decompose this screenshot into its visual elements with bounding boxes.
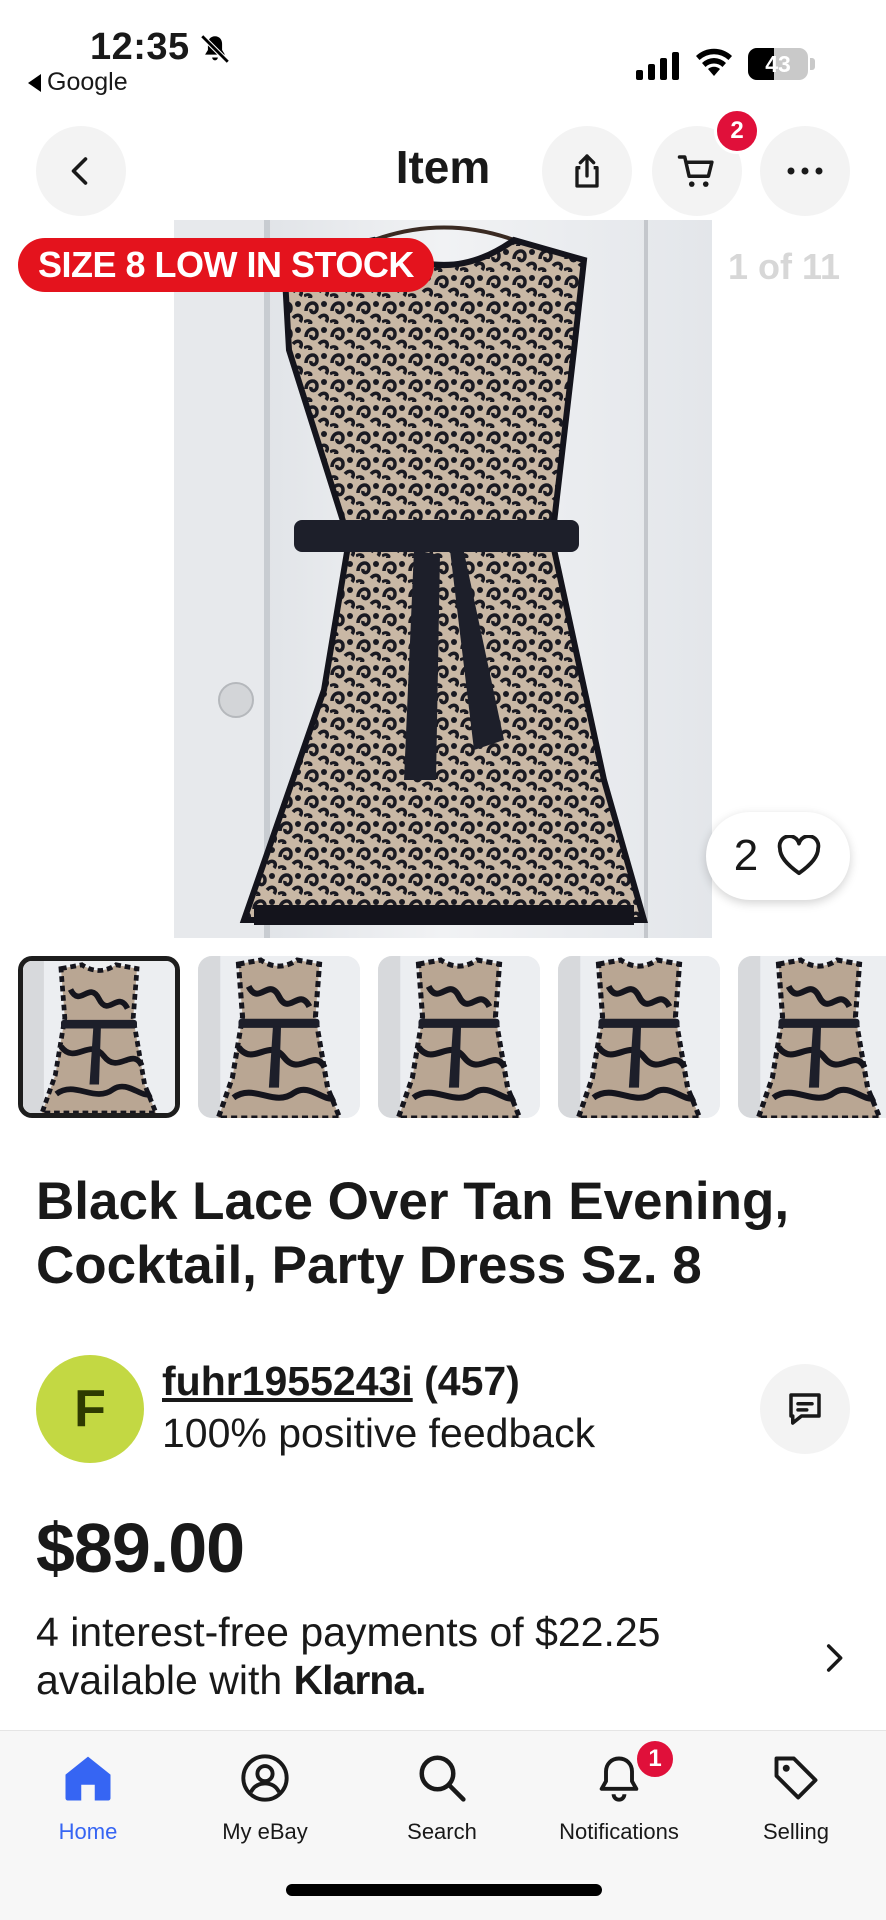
home-icon [65,1756,111,1801]
back-app-label: Google [47,68,128,96]
nav-home[interactable]: Home [8,1749,168,1845]
home-indicator [286,1884,602,1896]
message-seller-button[interactable] [760,1364,850,1454]
nav-my-ebay-label: My eBay [222,1819,308,1844]
wifi-icon [696,48,732,76]
thumbnail-2[interactable] [198,956,360,1118]
message-icon [789,1393,821,1425]
nav-notifications-label: Notifications [559,1819,679,1844]
thumbnail-strip[interactable] [0,952,886,1122]
nav-my-ebay[interactable]: My eBay [185,1749,345,1845]
share-button[interactable] [542,126,632,216]
seller-feedback: 100% positive feedback [162,1410,596,1456]
klarna-logo: Klarna. [293,1657,427,1703]
seller-avatar[interactable]: F [36,1355,144,1463]
installments-row[interactable]: 4 interest-free payments of $22.25 avail… [36,1608,796,1704]
thumbnail-3[interactable] [378,956,540,1118]
status-time: 12:35 [90,26,190,68]
watchers-count: 2 [733,831,759,880]
nav-home-label: Home [58,1819,118,1844]
dress-photo [174,220,712,938]
bell-off-icon [200,34,230,64]
thumbnail-photo [23,961,175,1113]
thumbnail-5[interactable] [738,956,886,1118]
seller-rating-count: (457) [424,1358,520,1404]
image-counter: 1 of 11 [727,246,840,287]
seller-name-link[interactable]: fuhr1955243i [162,1358,413,1404]
thumbnail-1[interactable] [18,956,180,1118]
watch-button[interactable]: 2 [706,812,850,900]
back-button[interactable] [36,126,126,216]
cart-icon [677,155,714,187]
heart-icon [777,835,821,876]
page-title: Item [395,141,491,193]
nav-selling[interactable]: Selling [716,1749,876,1845]
share-icon [575,154,599,188]
battery-percentage: 43 [765,51,791,77]
more-dots-icon [787,167,823,175]
search-icon [419,1755,466,1802]
back-triangle-icon [28,73,41,92]
battery-tip [810,58,815,70]
seller-info: fuhr1955243i (457) [162,1358,520,1405]
battery-icon: 43 [748,48,808,80]
profile-icon [241,1754,289,1802]
cellular-signal-icon [636,50,679,80]
thumbnail-photo [738,956,886,1118]
thumbnail-4[interactable] [558,956,720,1118]
thumbnail-photo [198,956,360,1118]
cart-count-badge: 2 [714,108,760,154]
nav-search[interactable]: Search [362,1749,522,1845]
notifications-badge: 1 [634,1738,676,1780]
tag-icon [774,1756,818,1800]
nav-selling-label: Selling [762,1819,830,1844]
low-stock-badge: SIZE 8 LOW IN STOCK [18,238,434,292]
chevron-right-icon[interactable] [818,1638,850,1678]
back-to-app-link[interactable]: Google [28,68,128,97]
chevron-left-icon [71,157,88,185]
more-options-button[interactable] [760,126,850,216]
status-bar: 12:35 Google 43 [0,0,886,110]
item-price: $89.00 [36,1509,245,1587]
thumbnail-photo [558,956,720,1118]
item-title: Black Lace Over Tan Evening, Cocktail, P… [36,1172,790,1295]
nav-search-label: Search [407,1819,477,1844]
item-image-gallery[interactable]: SIZE 8 LOW IN STOCK 1 of 11 2 [0,220,886,938]
thumbnail-photo [378,956,540,1118]
